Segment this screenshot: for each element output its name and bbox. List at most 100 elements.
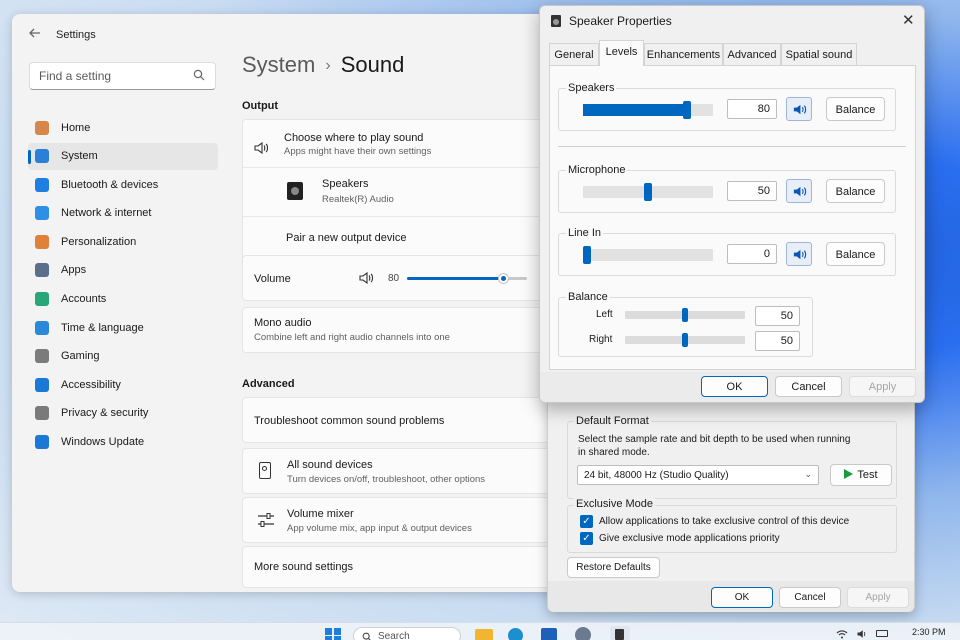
sidebar-item-personalization[interactable]: Personalization [28,228,218,255]
choose-output-title[interactable]: Choose where to play sound [284,132,423,144]
line-in-mute-button[interactable] [786,242,812,266]
format-select[interactable]: 24 bit, 48000 Hz (Studio Quality) ⌄ [577,465,819,485]
sidebar-item-label: Apps [61,264,87,277]
tab-general[interactable]: General [549,43,599,65]
balance-right-field[interactable]: 50 [755,331,800,351]
settings-gear-icon[interactable] [575,627,591,640]
line-in-slider[interactable] [583,246,713,264]
balance-left-field[interactable]: 50 [755,306,800,326]
volume-slider[interactable] [407,273,527,284]
back-arrow-icon[interactable] [28,26,42,40]
exclusive-control-checkbox[interactable]: ✓ [580,515,593,528]
battery-icon[interactable] [876,630,888,637]
default-format-desc-1: Select the sample rate and bit depth to … [578,434,851,445]
close-icon[interactable]: ✕ [902,11,915,29]
sidebar-item-accessibility[interactable]: Accessibility [28,371,218,398]
volume-label: Volume [254,273,291,285]
sidebar-item-privacy-security[interactable]: Privacy & security [28,400,218,427]
speaker-volume-icon [793,186,807,197]
sidebar-item-gaming[interactable]: Gaming [28,343,218,370]
file-explorer-icon[interactable] [475,629,493,640]
device-sub: Realtek(R) Audio [322,194,394,205]
gamepad-icon [35,349,49,364]
speakers-label: Speakers [566,82,617,94]
home-icon [35,120,49,135]
exclusive-mode-title: Exclusive Mode [574,498,656,510]
speaker-properties-taskbar-icon[interactable] [610,626,630,640]
apply-button-back[interactable]: Apply [847,587,909,608]
tab-enhancements[interactable]: Enhancements [644,43,723,65]
microphone-balance-button[interactable]: Balance [826,179,885,203]
line-in-level-field[interactable]: 0 [727,244,777,264]
sidebar-item-label: System [61,150,98,163]
apply-button[interactable]: Apply [849,376,916,397]
balance-left-slider[interactable] [625,308,745,322]
balance-right-slider[interactable] [625,333,745,347]
chevron-down-icon: ⌄ [804,469,812,479]
taskbar-search[interactable]: Search [353,627,461,640]
breadcrumb-parent[interactable]: System [242,52,315,77]
all-sound-devices-card[interactable]: All sound devices Turn devices on/off, t… [242,448,572,494]
edge-icon[interactable] [508,628,523,640]
start-icon[interactable] [324,627,342,640]
sidebar-item-network-internet[interactable]: Network & internet [28,200,218,227]
sidebar-item-time-language[interactable]: Time & language [28,314,218,341]
ok-button-back[interactable]: OK [711,587,773,608]
microphone-level-field[interactable]: 50 [727,181,777,201]
restore-defaults-button[interactable]: Restore Defaults [567,557,660,578]
troubleshoot-card[interactable]: Troubleshoot common sound problems [242,397,572,443]
sidebar-item-windows-update[interactable]: Windows Update [28,429,218,456]
speakers-mute-button[interactable] [786,97,812,121]
volume-speaker-icon[interactable] [358,270,374,289]
clock-time[interactable]: 2:30 PM [912,627,946,637]
window-title: Speaker Properties [569,14,672,28]
default-format-group [567,421,897,499]
mono-audio-title: Mono audio [254,317,312,329]
pair-device-link[interactable]: Pair a new output device [286,232,406,244]
mono-audio-sub: Combine left and right audio channels in… [254,332,450,343]
device-name[interactable]: Speakers [322,178,368,190]
sidebar-item-accounts[interactable]: Accounts [28,286,218,313]
cancel-button[interactable]: Cancel [775,376,842,397]
tab-levels[interactable]: Levels [599,40,644,66]
cancel-button-back[interactable]: Cancel [779,587,841,608]
mixer-icon [257,512,275,531]
tab-spatial-sound[interactable]: Spatial sound [781,43,857,65]
sidebar-item-home[interactable]: Home [28,114,218,141]
person-icon [35,292,49,307]
sidebar-item-label: Home [61,121,91,134]
speakers-balance-button[interactable]: Balance [826,97,885,121]
volume-tray-icon[interactable] [856,628,868,640]
wifi-icon[interactable] [836,629,848,640]
mono-audio-card[interactable]: Mono audio Combine left and right audio … [242,307,572,353]
sidebar-item-system[interactable]: System [28,142,218,170]
taskbar: Search 2:30 PM [0,622,960,640]
update-icon [35,435,49,450]
exclusive-priority-checkbox[interactable]: ✓ [580,532,593,545]
store-icon[interactable] [541,628,557,640]
divider [558,146,906,147]
sidebar-item-bluetooth-devices[interactable]: Bluetooth & devices [28,171,218,198]
sidebar-item-label: Privacy & security [61,407,149,420]
search-input[interactable]: Find a setting [29,62,216,90]
search-icon [193,69,207,83]
all-sound-devices-sub: Turn devices on/off, troubleshoot, other… [287,474,486,485]
sidebar-item-label: Accounts [61,293,107,306]
speakers-level-field[interactable]: 80 [727,99,777,119]
more-sound-settings-card[interactable]: More sound settings [242,546,572,588]
bluetooth-icon [35,177,49,192]
speakers-slider[interactable] [583,101,713,119]
sidebar-item-apps[interactable]: Apps [28,257,218,284]
app-title: Settings [56,29,96,41]
page-title: Sound [340,52,405,77]
tab-advanced[interactable]: Advanced [723,43,781,65]
ok-button[interactable]: OK [701,376,768,397]
line-in-balance-button[interactable]: Balance [826,242,885,266]
properties-window-back: Default Format Select the sample rate an… [547,396,915,612]
microphone-mute-button[interactable] [786,179,812,203]
microphone-slider[interactable] [583,183,713,201]
volume-mixer-card[interactable]: Volume mixer App volume mix, app input &… [242,497,572,543]
advanced-heading: Advanced [242,378,295,390]
speaker-volume-icon [793,104,807,115]
test-button[interactable]: Test [830,464,892,486]
